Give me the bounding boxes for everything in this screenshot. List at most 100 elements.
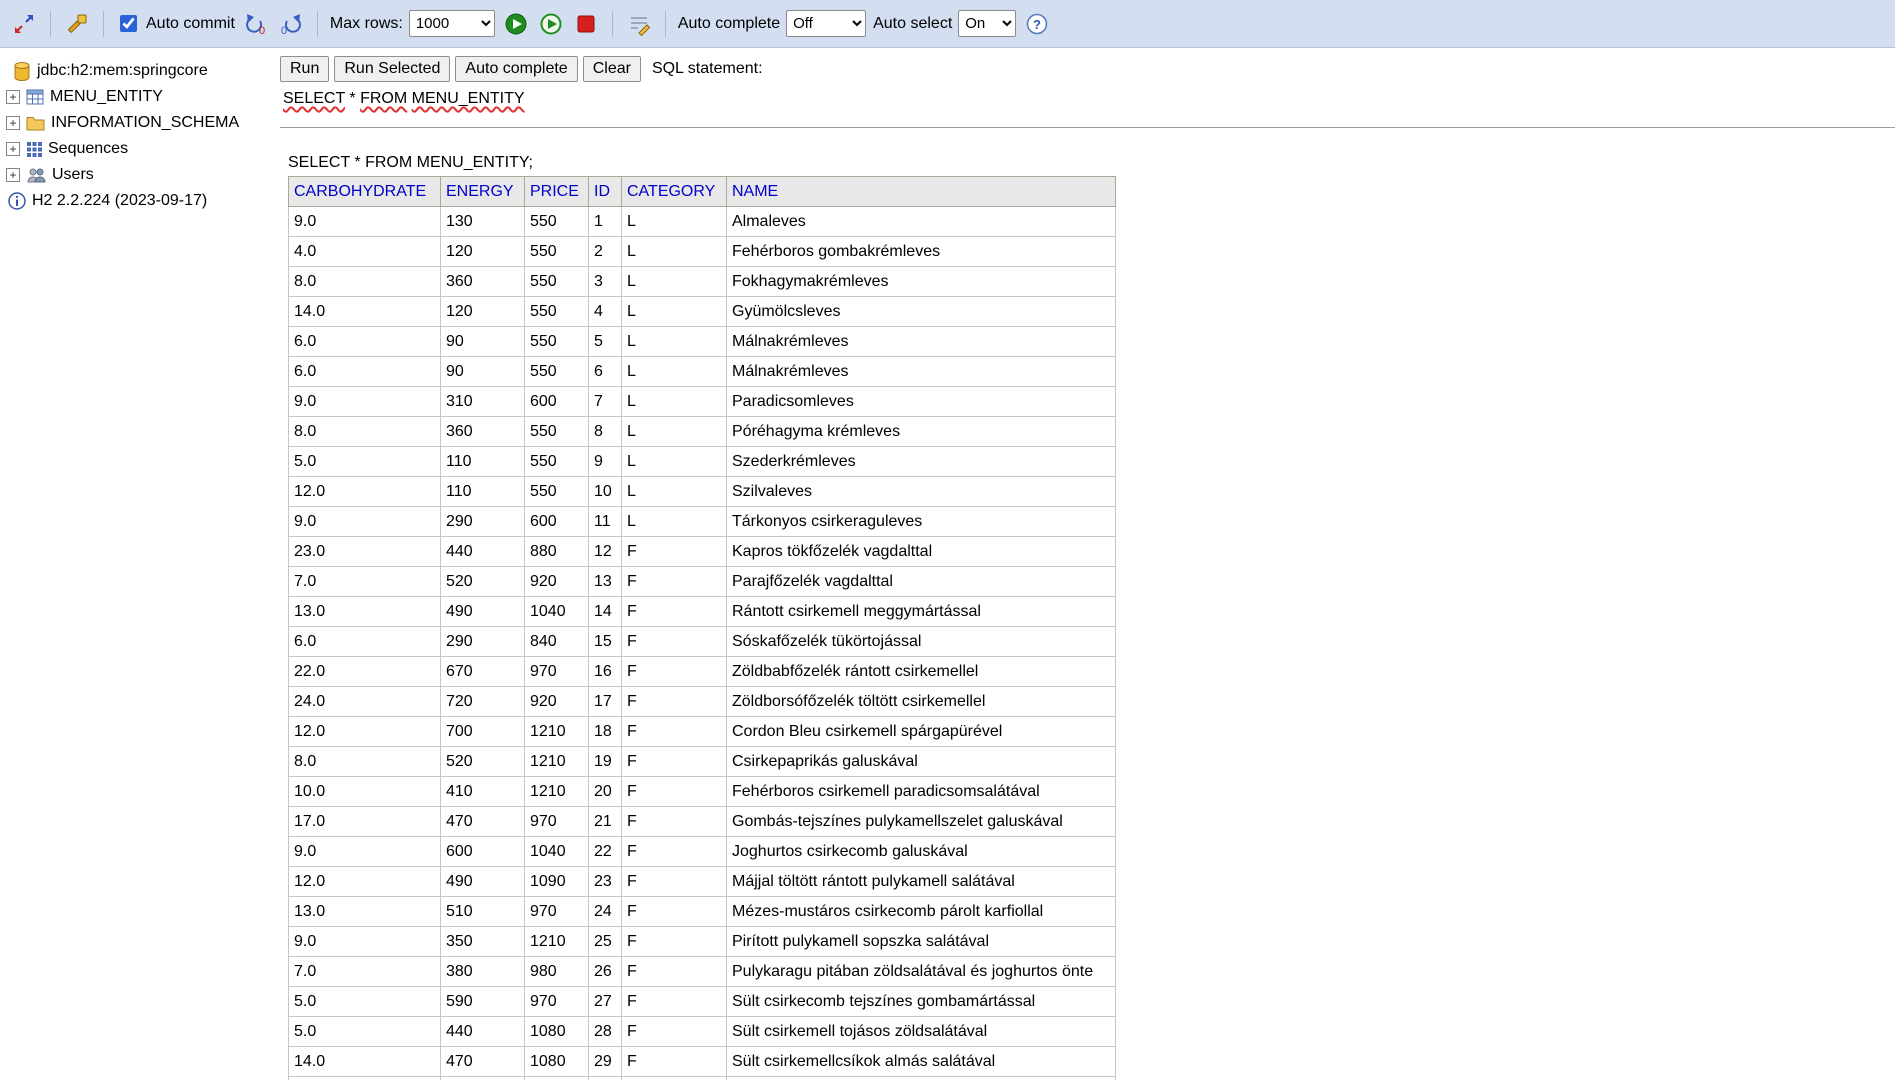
rollback-icon[interactable]: 0: [242, 10, 270, 38]
table-cell: 9: [588, 446, 622, 477]
auto-commit-checkbox[interactable]: [120, 15, 137, 32]
cancel-icon[interactable]: [572, 10, 600, 38]
table-cell: 26: [588, 956, 622, 987]
table-cell: 970: [524, 896, 589, 927]
toolbar-separator: [103, 10, 104, 37]
run-selected-button[interactable]: Run Selected: [334, 56, 451, 82]
table-cell: F: [621, 716, 727, 747]
table-cell: 5.0: [288, 986, 441, 1017]
table-cell: 14.0: [288, 296, 441, 327]
expand-icon[interactable]: +: [6, 142, 20, 156]
table-cell: Kapros tökfőzelék vagdalttal: [726, 536, 1116, 567]
table-cell: F: [621, 896, 727, 927]
commit-icon[interactable]: 0: [277, 10, 305, 38]
table-cell: Joghurtos csirkecomb galuskával: [726, 836, 1116, 867]
run-selected-icon[interactable]: [537, 10, 565, 38]
table-cell: 14.0: [288, 1046, 441, 1077]
table-row: 24.0 720 920 17 F Zöldborsófőzelék töltött cs…: [288, 686, 1116, 717]
tree-item-sequences[interactable]: + Sequences: [6, 136, 274, 162]
auto-select-label: Auto select: [873, 14, 953, 32]
table-cell: 550: [524, 476, 589, 507]
auto-commit-toggle[interactable]: Auto commit: [116, 12, 235, 35]
table-cell: 6.0: [288, 356, 441, 387]
table-cell: 970: [524, 986, 589, 1017]
table-cell: 1160: [524, 1076, 589, 1080]
table-cell: 12: [588, 536, 622, 567]
table-row: 18.0550116030FSült pulykacomb mozzarellá…: [288, 1076, 1116, 1080]
column-header: CARBOHYDRATE: [288, 176, 441, 207]
tree-item-label: INFORMATION_SCHEMA: [51, 114, 240, 131]
table-cell: Csirkepaprikás galuskával: [726, 746, 1116, 777]
table-cell: 29: [588, 1046, 622, 1077]
table-cell: 24: [588, 896, 622, 927]
table-cell: 30: [588, 1076, 622, 1080]
table-cell: 4: [588, 296, 622, 327]
table-cell: Paradicsomleves: [726, 386, 1116, 417]
table-cell: F: [621, 776, 727, 807]
table-row: 8.0 360 550 3 L Fokhagymakrémleves: [288, 266, 1116, 297]
clear-button[interactable]: Clear: [582, 56, 641, 82]
table-cell: F: [621, 596, 727, 627]
table-cell: L: [621, 206, 727, 237]
tree-item-users[interactable]: + Users: [6, 162, 274, 188]
table-cell: 550: [524, 206, 589, 237]
table-cell: Sült csirkecomb tejszínes gombamártással: [726, 986, 1116, 1017]
table-cell: 5.0: [288, 1016, 441, 1047]
table-cell: Málnakrémleves: [726, 356, 1116, 387]
auto-complete-button[interactable]: Auto complete: [455, 56, 578, 82]
expand-icon[interactable]: +: [6, 168, 20, 182]
table-cell: L: [621, 296, 727, 327]
table-cell: Szederkrémleves: [726, 446, 1116, 477]
auto-select-select[interactable]: On: [958, 10, 1017, 37]
users-icon: [26, 167, 46, 183]
table-cell: 1040: [524, 596, 589, 627]
table-cell: 1090: [524, 866, 589, 897]
table-cell: F: [621, 1046, 727, 1077]
info-icon: [8, 192, 26, 210]
table-row: 9.0 350 1210 25 F Pirított pulykamell sopszka…: [288, 926, 1116, 957]
table-cell: 13.0: [288, 896, 441, 927]
tree-item-information-schema[interactable]: + INFORMATION_SCHEMA: [6, 110, 274, 136]
run-icon[interactable]: [502, 10, 530, 38]
table-cell: 470: [440, 806, 525, 837]
table-cell: 600: [524, 386, 589, 417]
table-cell: F: [621, 986, 727, 1017]
table-cell: 120: [440, 236, 525, 267]
table-cell: 9.0: [288, 506, 441, 537]
sql-input[interactable]: SELECT * FROM MENU_ENTITY: [280, 88, 1895, 128]
folder-icon: [26, 115, 45, 131]
table-cell: Zöldborsófőzelék töltött csirkemellel: [726, 686, 1116, 717]
table-cell: 8.0: [288, 746, 441, 777]
tree-item-connection[interactable]: jdbc:h2:mem:springcore: [6, 58, 274, 84]
table-cell: 1210: [524, 716, 589, 747]
tree-item-menu-entity[interactable]: + MENU_ENTITY: [6, 84, 274, 110]
table-cell: 22: [588, 836, 622, 867]
help-icon[interactable]: ?: [1023, 10, 1051, 38]
run-button[interactable]: Run: [280, 56, 330, 82]
edit-icon[interactable]: [625, 10, 653, 38]
refresh-objects-icon[interactable]: [63, 10, 91, 38]
table-cell: 970: [524, 806, 589, 837]
max-rows-select[interactable]: 1000: [408, 10, 495, 37]
table-cell: 130: [440, 206, 525, 237]
table-cell: 11: [588, 506, 622, 537]
table-cell: Fokhagymakrémleves: [726, 266, 1116, 297]
table-row: 12.0 110 550 10 L Szilvaleves: [288, 476, 1116, 507]
table-cell: L: [621, 386, 727, 417]
table-cell: 520: [440, 566, 525, 597]
table-cell: L: [621, 476, 727, 507]
table-cell: 90: [440, 356, 525, 387]
table-cell: 350: [440, 926, 525, 957]
expand-icon[interactable]: +: [6, 90, 20, 104]
table-cell: 6: [588, 356, 622, 387]
table-cell: 24.0: [288, 686, 441, 717]
table-row: 8.0 360 550 8 L Póréhagyma krémleves: [288, 416, 1116, 447]
column-header: ID: [588, 176, 622, 207]
table-cell: 13.0: [288, 596, 441, 627]
expand-icon[interactable]: +: [6, 116, 20, 130]
table-cell: 550: [524, 266, 589, 297]
table-cell: 290: [440, 626, 525, 657]
disconnect-icon[interactable]: [10, 10, 38, 38]
table-cell: 550: [524, 416, 589, 447]
auto-complete-select[interactable]: Off: [786, 10, 867, 37]
